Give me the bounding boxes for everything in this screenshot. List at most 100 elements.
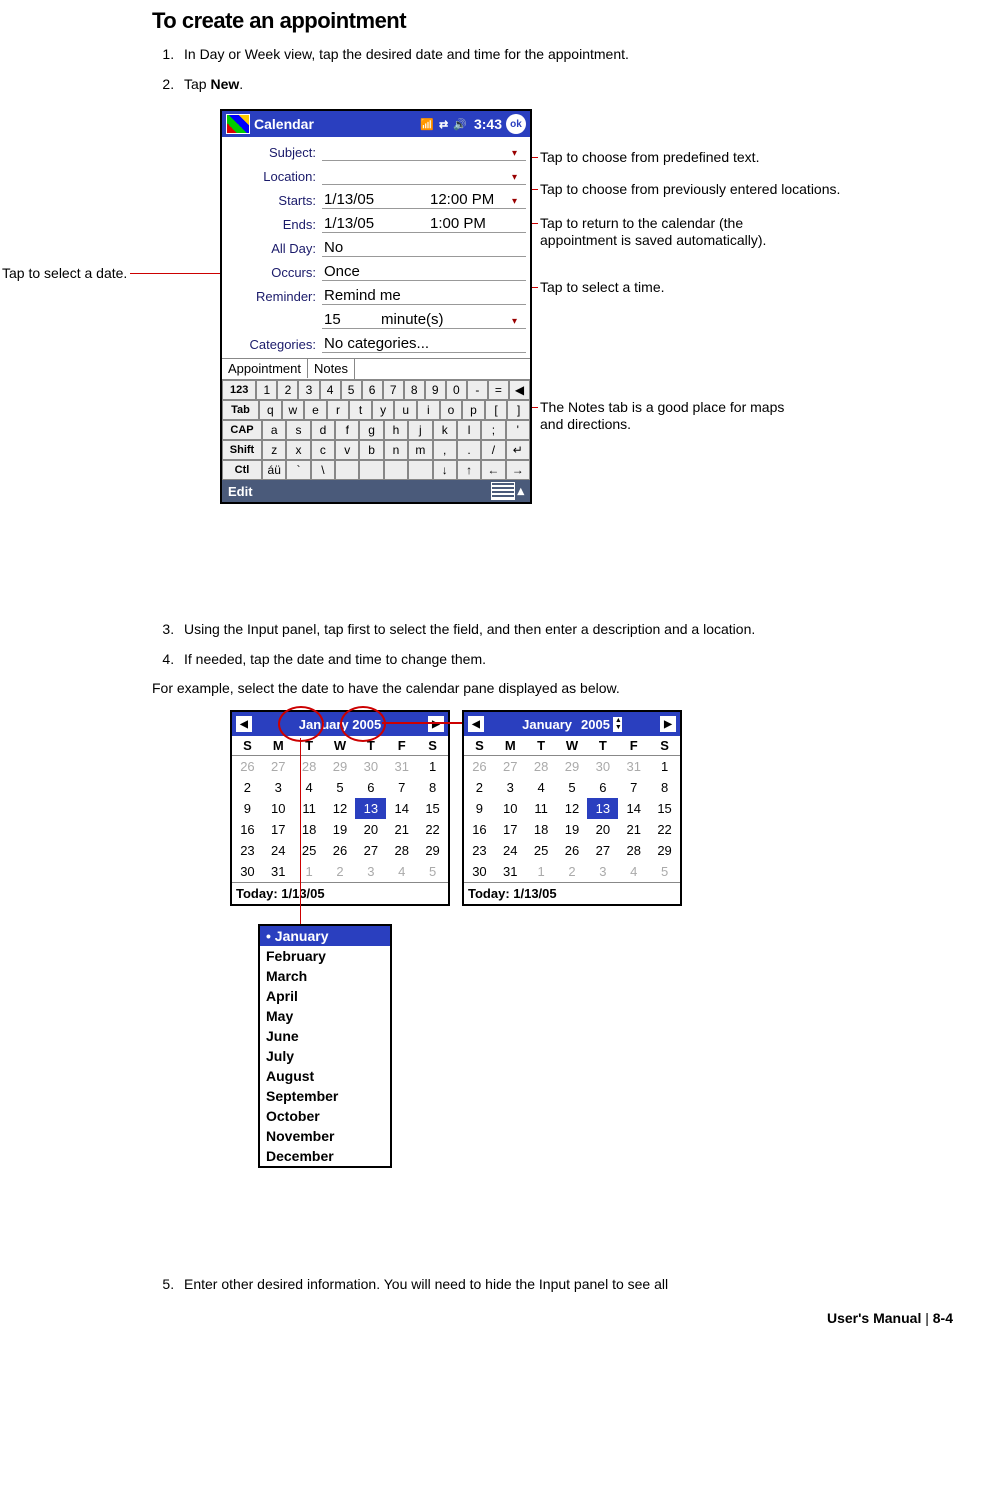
ends-time[interactable]: 1:00 PM	[430, 215, 486, 232]
key[interactable]: o	[440, 400, 463, 420]
key[interactable]: q	[259, 400, 282, 420]
month-option[interactable]: September	[260, 1086, 390, 1106]
tab-appointment[interactable]: Appointment	[222, 358, 308, 378]
date-cell[interactable]: 20	[587, 819, 618, 840]
date-cell[interactable]: 7	[386, 777, 417, 798]
date-cell[interactable]: 30	[232, 861, 263, 882]
date-cell[interactable]: 7	[618, 777, 649, 798]
date-cell[interactable]: 19	[325, 819, 356, 840]
field-reminder[interactable]: Remind me	[322, 287, 526, 305]
key[interactable]: ↓	[433, 460, 457, 480]
key[interactable]: h	[384, 420, 408, 440]
prev-month-button[interactable]: ◀	[468, 716, 484, 732]
date-cell[interactable]: 21	[386, 819, 417, 840]
date-cell[interactable]: 11	[526, 798, 557, 819]
next-month-button[interactable]: ▶	[660, 716, 676, 732]
date-cell[interactable]: 27	[587, 840, 618, 861]
key[interactable]: /	[481, 440, 505, 460]
start-flag-icon[interactable]	[226, 114, 250, 134]
key[interactable]: y	[372, 400, 395, 420]
tab-notes[interactable]: Notes	[308, 359, 355, 379]
date-cell[interactable]: 24	[263, 840, 294, 861]
key[interactable]: 5	[341, 380, 362, 400]
date-cell[interactable]: 9	[464, 798, 495, 819]
date-cell[interactable]: 30	[464, 861, 495, 882]
key[interactable]	[384, 460, 408, 480]
edit-menu[interactable]: Edit	[228, 484, 253, 499]
key[interactable]: r	[327, 400, 350, 420]
key[interactable]: .	[457, 440, 481, 460]
month-option[interactable]: August	[260, 1066, 390, 1086]
date-cell[interactable]: 2	[232, 777, 263, 798]
date-cell[interactable]: 3	[495, 777, 526, 798]
date-cell[interactable]: 25	[294, 840, 325, 861]
month-dropdown-list[interactable]: JanuaryFebruaryMarchAprilMayJuneJulyAugu…	[258, 924, 392, 1168]
key[interactable]: s	[286, 420, 310, 440]
date-cell[interactable]: 26	[325, 840, 356, 861]
field-allday[interactable]: No	[322, 239, 526, 257]
key[interactable]: →	[506, 460, 530, 480]
key[interactable]	[335, 460, 359, 480]
date-cell[interactable]: 19	[557, 819, 588, 840]
field-ends[interactable]: 1/13/051:00 PM	[322, 215, 526, 233]
date-cell[interactable]: 30	[587, 756, 618, 777]
date-cell[interactable]: 31	[495, 861, 526, 882]
key[interactable]: w	[282, 400, 305, 420]
key[interactable]: 2	[277, 380, 298, 400]
key[interactable]	[359, 460, 383, 480]
date-cell[interactable]: 1	[417, 756, 448, 777]
key[interactable]: z	[262, 440, 286, 460]
key[interactable]: g	[359, 420, 383, 440]
key[interactable]: \	[311, 460, 335, 480]
key[interactable]: ,	[433, 440, 457, 460]
key[interactable]: Shift	[222, 440, 262, 460]
date-cell[interactable]: 1	[294, 861, 325, 882]
date-cell[interactable]: 5	[325, 777, 356, 798]
key[interactable]: 123	[222, 380, 256, 400]
key[interactable]: n	[384, 440, 408, 460]
date-cell[interactable]: 22	[649, 819, 680, 840]
key[interactable]: ←	[481, 460, 505, 480]
key[interactable]: 1	[256, 380, 277, 400]
month-label[interactable]: January	[522, 717, 572, 732]
date-cell[interactable]: 14	[386, 798, 417, 819]
month-option[interactable]: March	[260, 966, 390, 986]
date-cell[interactable]: 13	[355, 798, 386, 819]
calendar-popup-left[interactable]: ◀ January 2005 ▶ SMTWTFS 262728293031123…	[230, 710, 450, 906]
date-cell[interactable]: 29	[325, 756, 356, 777]
prev-month-button[interactable]: ◀	[236, 716, 252, 732]
date-cell[interactable]: 2	[464, 777, 495, 798]
key[interactable]: ↑	[457, 460, 481, 480]
date-cell[interactable]: 3	[587, 861, 618, 882]
reminder-qty[interactable]: 15	[324, 311, 341, 328]
key[interactable]: 4	[320, 380, 341, 400]
key[interactable]: CAP	[222, 420, 262, 440]
month-option[interactable]: October	[260, 1106, 390, 1126]
date-cell[interactable]: 2	[557, 861, 588, 882]
date-cell[interactable]: 22	[417, 819, 448, 840]
key[interactable]: e	[304, 400, 327, 420]
dropdown-icon[interactable]	[512, 191, 526, 201]
date-cell[interactable]: 26	[557, 840, 588, 861]
date-cell[interactable]: 4	[618, 861, 649, 882]
date-grid[interactable]: 2627282930311234567891011121314151617181…	[464, 756, 680, 882]
date-cell[interactable]: 17	[495, 819, 526, 840]
key[interactable]: ]	[507, 400, 530, 420]
key[interactable]: ◀	[509, 380, 530, 400]
key[interactable]: f	[335, 420, 359, 440]
starts-date[interactable]: 1/13/05	[324, 191, 414, 208]
key[interactable]: -	[467, 380, 488, 400]
date-cell[interactable]: 29	[557, 756, 588, 777]
date-cell[interactable]: 24	[495, 840, 526, 861]
date-cell[interactable]: 27	[355, 840, 386, 861]
date-cell[interactable]: 5	[649, 861, 680, 882]
date-cell[interactable]: 11	[294, 798, 325, 819]
month-option[interactable]: May	[260, 1006, 390, 1026]
key[interactable]: l	[457, 420, 481, 440]
key[interactable]: k	[433, 420, 457, 440]
month-option[interactable]: February	[260, 946, 390, 966]
month-option[interactable]: April	[260, 986, 390, 1006]
date-cell[interactable]: 28	[294, 756, 325, 777]
year-value[interactable]: 2005	[578, 717, 613, 732]
key[interactable]: j	[408, 420, 432, 440]
